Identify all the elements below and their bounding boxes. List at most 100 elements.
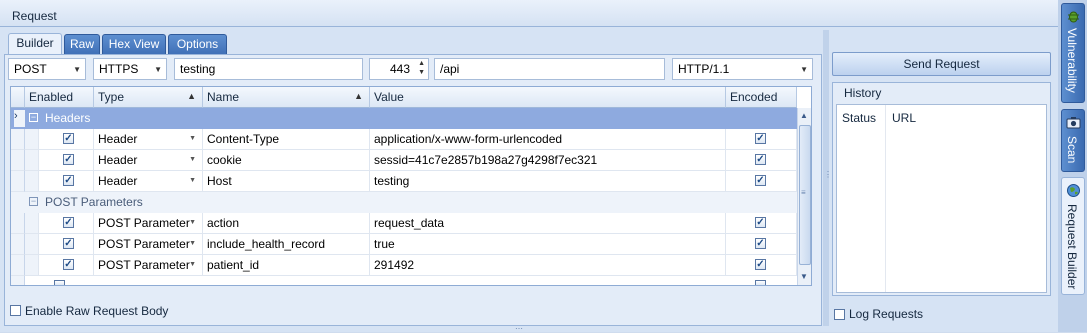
- enabled-checkbox[interactable]: ✓: [63, 217, 74, 228]
- spin-down-icon[interactable]: ▼: [418, 69, 425, 76]
- http-version-select[interactable]: HTTP/1.1 ▼: [672, 58, 813, 80]
- side-tab-vulnerability-label: Vulnerability: [1065, 28, 1079, 93]
- enabled-cell[interactable]: ✓: [39, 129, 94, 150]
- column-header-type-label: Type: [98, 90, 125, 104]
- scroll-down-icon[interactable]: ▼: [800, 272, 808, 281]
- type-cell[interactable]: POST Parameter ▼: [94, 234, 203, 255]
- sort-ascending-icon: ▲: [354, 91, 363, 101]
- value-cell[interactable]: 291492: [370, 255, 726, 276]
- table-row[interactable]: ✓ POST Parameter ▼ patient_id 291492 ✓: [11, 255, 797, 276]
- encoded-cell[interactable]: ✓: [726, 129, 797, 150]
- camera-icon: [1066, 117, 1081, 129]
- method-select[interactable]: POST ▼: [8, 58, 86, 80]
- side-tab-request-builder[interactable]: Request Builder: [1061, 177, 1085, 295]
- protocol-value: HTTPS: [99, 62, 139, 76]
- table-row[interactable]: ✓ Header ▼ cookie sessid=41c7e2857b198a27…: [11, 150, 797, 171]
- scroll-up-icon[interactable]: ▲: [800, 111, 808, 120]
- row-pointer-icon: ›: [14, 110, 25, 127]
- table-row[interactable]: ✓ Header ▼ Content-Type application/x-www…: [11, 129, 797, 150]
- side-tab-vulnerability[interactable]: Vulnerability: [1061, 3, 1085, 103]
- encoded-cell[interactable]: ✓: [726, 213, 797, 234]
- column-header-value[interactable]: Value: [370, 87, 726, 108]
- send-request-button[interactable]: Send Request: [832, 52, 1051, 76]
- encoded-checkbox[interactable]: ✓: [755, 154, 766, 165]
- enabled-checkbox[interactable]: ✓: [63, 175, 74, 186]
- encoded-cell[interactable]: ✓: [726, 234, 797, 255]
- globe-icon: [1067, 184, 1080, 197]
- host-input[interactable]: testing: [174, 58, 363, 80]
- chevron-down-icon: ▼: [800, 65, 808, 74]
- tab-raw[interactable]: Raw: [64, 34, 100, 55]
- collapse-icon[interactable]: −: [29, 113, 38, 122]
- column-header-name[interactable]: Name ▲: [203, 87, 370, 108]
- spin-up-icon[interactable]: ▲: [418, 60, 425, 67]
- group-row-headers[interactable]: › − Headers: [11, 108, 797, 129]
- enabled-cell[interactable]: ✓: [39, 171, 94, 192]
- tab-hex-view[interactable]: Hex View: [102, 34, 166, 55]
- enabled-cell[interactable]: ✓: [39, 213, 94, 234]
- enabled-checkbox[interactable]: ✓: [63, 259, 74, 270]
- encoded-checkbox[interactable]: ✓: [755, 175, 766, 186]
- type-cell[interactable]: POST Parameter ▼: [94, 255, 203, 276]
- history-list[interactable]: Status URL: [836, 104, 1047, 293]
- enabled-checkbox[interactable]: ✓: [63, 133, 74, 144]
- side-tab-scan[interactable]: Scan: [1061, 109, 1085, 172]
- value-cell[interactable]: sessid=41c7e2857b198a27g4298f7ec321: [370, 150, 726, 171]
- chevron-down-icon: ▼: [189, 240, 196, 247]
- new-row[interactable]: [11, 276, 797, 285]
- vertical-scrollbar[interactable]: ▲ ≡ ▼: [797, 108, 811, 285]
- bottom-splitter-grip[interactable]: ⋯: [515, 325, 539, 333]
- name-cell[interactable]: cookie: [203, 150, 370, 171]
- table-row[interactable]: ✓ POST Parameter ▼ include_health_record …: [11, 234, 797, 255]
- group-row-post-parameters[interactable]: − POST Parameters: [11, 192, 797, 213]
- enable-raw-body-checkbox[interactable]: [10, 305, 21, 316]
- column-header-type[interactable]: Type ▲: [94, 87, 203, 108]
- type-cell[interactable]: Header ▼: [94, 150, 203, 171]
- value-cell[interactable]: application/x-www-form-urlencoded: [370, 129, 726, 150]
- type-cell[interactable]: Header ▼: [94, 129, 203, 150]
- encoded-checkbox[interactable]: ✓: [755, 238, 766, 249]
- enabled-cell[interactable]: ✓: [39, 255, 94, 276]
- new-row-encoded-checkbox[interactable]: [755, 280, 766, 285]
- vertical-splitter[interactable]: ⋮: [823, 30, 832, 326]
- new-row-checkbox[interactable]: [54, 280, 65, 285]
- value-cell[interactable]: request_data: [370, 213, 726, 234]
- grip-icon: ≡: [801, 188, 806, 197]
- enabled-checkbox[interactable]: ✓: [63, 238, 74, 249]
- log-requests-checkbox[interactable]: [834, 309, 845, 320]
- encoded-checkbox[interactable]: ✓: [755, 217, 766, 228]
- history-column-url[interactable]: URL: [892, 111, 916, 125]
- path-input[interactable]: /api: [434, 58, 665, 80]
- name-cell[interactable]: Host: [203, 171, 370, 192]
- table-row[interactable]: ✓ POST Parameter ▼ action request_data ✓: [11, 213, 797, 234]
- encoded-checkbox[interactable]: ✓: [755, 259, 766, 270]
- port-spinner[interactable]: 443 ▲ ▼: [369, 58, 429, 80]
- table-row[interactable]: ✓ Header ▼ Host testing ✓: [11, 171, 797, 192]
- name-cell[interactable]: action: [203, 213, 370, 234]
- type-cell[interactable]: POST Parameter ▼: [94, 213, 203, 234]
- name-cell[interactable]: include_health_record: [203, 234, 370, 255]
- enabled-cell[interactable]: ✓: [39, 234, 94, 255]
- side-tab-request-builder-label: Request Builder: [1065, 204, 1079, 290]
- encoded-cell[interactable]: ✓: [726, 171, 797, 192]
- encoded-cell[interactable]: ✓: [726, 150, 797, 171]
- column-header-enabled[interactable]: Enabled: [25, 87, 94, 108]
- scroll-thumb[interactable]: ≡: [799, 125, 811, 265]
- column-header-encoded[interactable]: Encoded: [726, 87, 797, 108]
- http-version-value: HTTP/1.1: [678, 62, 730, 76]
- encoded-checkbox[interactable]: ✓: [755, 133, 766, 144]
- history-column-status[interactable]: Status: [842, 111, 876, 125]
- grid-corner: [11, 87, 25, 108]
- type-cell[interactable]: Header ▼: [94, 171, 203, 192]
- enabled-checkbox[interactable]: ✓: [63, 154, 74, 165]
- encoded-cell[interactable]: ✓: [726, 255, 797, 276]
- collapse-icon[interactable]: −: [29, 197, 38, 206]
- value-cell[interactable]: testing: [370, 171, 726, 192]
- tab-options[interactable]: Options: [168, 34, 227, 55]
- value-cell[interactable]: true: [370, 234, 726, 255]
- tab-builder[interactable]: Builder: [8, 33, 62, 55]
- enabled-cell[interactable]: ✓: [39, 150, 94, 171]
- name-cell[interactable]: patient_id: [203, 255, 370, 276]
- protocol-select[interactable]: HTTPS ▼: [93, 58, 167, 80]
- name-cell[interactable]: Content-Type: [203, 129, 370, 150]
